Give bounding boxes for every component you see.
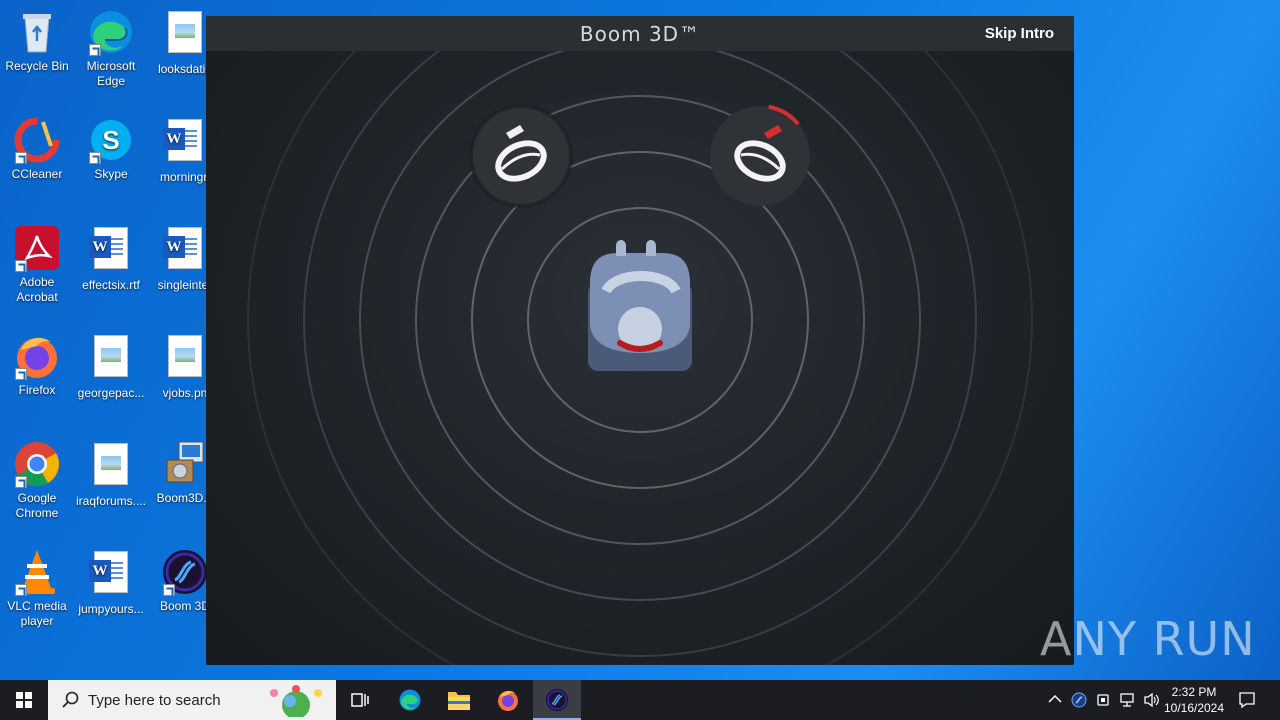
notification-icon	[1239, 692, 1255, 709]
start-button[interactable]	[0, 680, 48, 720]
tray-volume-icon[interactable]	[1140, 680, 1162, 720]
taskbar-firefox-button[interactable]	[484, 680, 532, 720]
boom-window-title: Boom 3D™	[579, 22, 701, 46]
adobe-acrobat-icon	[13, 224, 61, 272]
word-document-icon: W	[87, 227, 135, 275]
ccleaner-icon	[13, 116, 61, 164]
firefox-icon	[498, 690, 518, 711]
chrome-icon	[13, 440, 61, 488]
desktop-icon-label: Adobe Acrobat	[16, 275, 58, 304]
desktop-icon-label: VLC media player	[7, 599, 67, 628]
network-icon	[1120, 693, 1134, 707]
clock-time: 2:32 PM	[1171, 685, 1217, 699]
desktop-icon-microsoft-edge[interactable]: Microsoft Edge	[75, 8, 147, 89]
recycle-bin-icon	[13, 8, 61, 56]
boom-3d-window: Boom 3D™ Skip Intro	[206, 16, 1074, 665]
tray-device-icon[interactable]	[1092, 680, 1114, 720]
search-icon	[62, 691, 79, 708]
desktop-icon-skype[interactable]: S Skype	[75, 116, 147, 182]
task-view-button[interactable]	[336, 680, 384, 720]
firefox-icon	[13, 332, 61, 380]
image-file-icon	[161, 335, 209, 383]
task-view-icon	[351, 693, 369, 707]
left-speaker-icon	[469, 104, 573, 208]
desktop-icon-google-chrome[interactable]: Google Chrome	[1, 440, 73, 521]
folder-icon	[448, 692, 470, 710]
tray-network-icon[interactable]	[1116, 680, 1138, 720]
desktop-icon-label: georgepac...	[77, 386, 145, 400]
device-icon	[1097, 694, 1109, 706]
boom-3d-tray-icon	[1071, 692, 1087, 708]
taskbar-search-box[interactable]: Type here to search	[48, 680, 336, 720]
desktop-icon-label: jumpyours...	[78, 602, 144, 616]
show-hidden-icons-button[interactable]	[1046, 680, 1064, 720]
desktop-icon-georgepac[interactable]: georgepac...	[75, 332, 147, 401]
desktop-icon-label: iraqforums....	[75, 494, 147, 508]
chevron-up-icon	[1048, 694, 1062, 703]
boom-titlebar[interactable]: Boom 3D™ Skip Intro	[206, 16, 1074, 51]
action-center-button[interactable]	[1228, 680, 1266, 720]
taskbar: Type here to search 2:32 PM 10/16/2024	[0, 680, 1280, 720]
boom-3d-icon	[546, 689, 568, 711]
search-placeholder: Type here to search	[88, 692, 221, 709]
word-document-icon: W	[161, 119, 209, 167]
desktop-icon-ccleaner[interactable]: CCleaner	[1, 116, 73, 182]
right-speaker-icon	[710, 104, 810, 206]
taskbar-edge-button[interactable]	[386, 680, 434, 720]
volume-icon	[1144, 692, 1159, 708]
edge-icon	[399, 689, 421, 711]
clock-date: 10/16/2024	[1163, 701, 1225, 715]
taskbar-file-explorer-button[interactable]	[435, 680, 483, 720]
svg-text:S: S	[102, 125, 119, 155]
desktop-icon-effectsix[interactable]: W effectsix.rtf	[75, 224, 147, 293]
desktop-icon-recycle-bin[interactable]: Recycle Bin	[1, 8, 73, 74]
desktop-icon-label: effectsix.rtf	[82, 278, 140, 292]
desktop-icon-vlc[interactable]: VLC media player	[1, 548, 73, 629]
desktop-icon-label: Skype	[94, 167, 128, 181]
desktop-icon-label: Firefox	[18, 383, 56, 397]
desktop-icon-label: Recycle Bin	[5, 59, 69, 73]
listener-figure-icon	[588, 240, 692, 371]
tray-boom-3d-icon[interactable]	[1068, 680, 1090, 720]
desktop-icon-adobe-acrobat[interactable]: Adobe Acrobat	[1, 224, 73, 305]
desktop-icon-label: Microsoft Edge	[86, 59, 136, 88]
vlc-icon	[13, 548, 61, 596]
word-document-icon: W	[161, 227, 209, 275]
image-file-icon	[161, 11, 209, 59]
image-file-icon	[87, 335, 135, 383]
boom-3d-icon	[161, 548, 209, 596]
taskbar-boom-3d-button[interactable]	[533, 680, 581, 720]
desktop-icon-label: CCleaner	[11, 167, 63, 181]
skype-icon: S	[87, 116, 135, 164]
word-document-icon: W	[87, 551, 135, 599]
desktop-icon-label: Google Chrome	[15, 491, 59, 520]
boom-intro-animation	[206, 51, 1074, 665]
desktop-icon-firefox[interactable]: Firefox	[1, 332, 73, 398]
anyrun-watermark: ANY RUN	[1040, 612, 1256, 666]
skip-intro-button[interactable]: Skip Intro	[985, 25, 1054, 42]
desktop-icon-jumpyours[interactable]: W jumpyours...	[75, 548, 147, 617]
edge-icon	[87, 8, 135, 56]
search-highlight-icon	[270, 685, 322, 717]
image-file-icon	[87, 443, 135, 491]
installer-icon	[161, 440, 209, 488]
windows-logo-icon	[16, 692, 32, 708]
desktop-icon-iraqforums[interactable]: iraqforums....	[75, 440, 147, 509]
taskbar-clock[interactable]: 2:32 PM 10/16/2024	[1162, 684, 1226, 716]
